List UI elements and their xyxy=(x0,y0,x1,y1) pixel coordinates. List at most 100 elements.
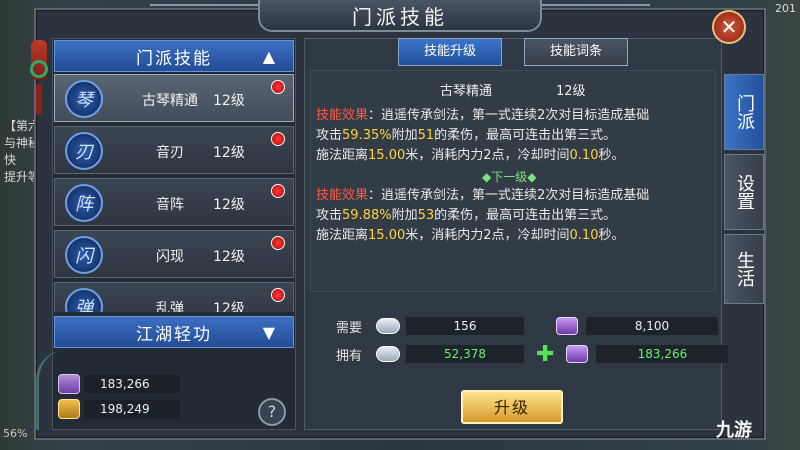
section-label: 江湖轻功 xyxy=(136,324,212,345)
resource-value: 183,266 xyxy=(84,375,180,393)
skill-item-guqin[interactable]: 琴 古琴精通 12级 xyxy=(54,74,294,122)
side-tab-settings[interactable]: 设置 xyxy=(724,154,764,230)
skill-name: 闪现 xyxy=(156,249,184,265)
owned-silver-value: 52,378 xyxy=(406,345,524,363)
cost-owned-row: 拥有 52,378 ✚ 183,266 xyxy=(336,342,729,367)
alert-dot-icon xyxy=(271,80,285,94)
required-gem-value: 8,100 xyxy=(586,317,718,335)
effect-text: 米，消耗内力2点，冷却时间 xyxy=(405,228,570,243)
skill-item-yinzhen[interactable]: 阵 音阵 12级 xyxy=(54,178,294,226)
effect-label: 技能效果 xyxy=(316,108,369,123)
gem-icon xyxy=(58,374,80,394)
side-tab-label: 设置 xyxy=(734,174,755,210)
side-tab-life[interactable]: 生活 xyxy=(724,234,764,304)
effect-value: 51 xyxy=(417,128,435,143)
watermark-logo: 九游 xyxy=(716,420,752,441)
section-header-sect-skills[interactable]: 门派技能 ▲ xyxy=(54,40,294,72)
skill-item-yinren[interactable]: 刃 音刃 12级 xyxy=(54,126,294,174)
chevron-up-icon: ▲ xyxy=(262,47,275,66)
current-skill-name: 古琴精通 xyxy=(440,84,493,99)
section-header-qinggong[interactable]: 江湖轻功 ▼ xyxy=(54,316,294,348)
question-mark-icon: ? xyxy=(267,402,277,421)
cost-required-row: 需要 156 8,100 xyxy=(336,316,718,336)
skill-item-shanxian[interactable]: 闪 闪现 12级 xyxy=(54,230,294,278)
section-label: 门派技能 xyxy=(136,48,212,69)
title-ornament-left xyxy=(150,4,270,22)
effect-percent: 59.35% xyxy=(342,128,392,143)
close-button[interactable]: ✕ xyxy=(712,10,746,44)
barrage-skill-icon: 弹 xyxy=(65,288,103,312)
add-silver-icon[interactable]: ✚ xyxy=(536,342,554,367)
effect-text: 施法距离 xyxy=(316,228,369,243)
owned-label: 拥有 xyxy=(336,348,363,364)
effect-text: 秒。 xyxy=(598,148,625,163)
help-button[interactable]: ? xyxy=(258,398,286,426)
side-tab-sect[interactable]: 门派 xyxy=(724,74,764,150)
tab-skill-upgrade[interactable]: 技能升级 xyxy=(398,38,502,66)
close-icon: ✕ xyxy=(720,15,738,39)
resource-value: 198,249 xyxy=(84,400,180,418)
chevron-down-icon: ▼ xyxy=(262,323,275,342)
guqin-skill-icon: 琴 xyxy=(65,80,103,118)
formation-skill-icon: 阵 xyxy=(65,184,103,222)
alert-dot-icon xyxy=(271,236,285,250)
effect-text: 施法距离 xyxy=(316,148,369,163)
effect-text: 附加 xyxy=(391,128,418,143)
background-number: 201 xyxy=(775,2,796,15)
skill-name: 古琴精通 xyxy=(142,93,198,109)
jade-ring-icon xyxy=(30,60,48,78)
effect-text: 的柔伤，最高可连击出第三式。 xyxy=(434,208,617,223)
effect-text: 的柔伤，最高可连击出第三式。 xyxy=(434,128,617,143)
tassel-icon xyxy=(36,84,42,114)
background-percent: 56% xyxy=(3,427,28,440)
silver-coin-icon xyxy=(376,318,400,334)
current-effect-description: 技能效果：逍遥传承剑法，第一式连续2次对目标造成基础 攻击59.35%附加51的… xyxy=(316,106,716,166)
effect-cooldown: 0.10 xyxy=(569,148,599,163)
effect-text: 攻击 xyxy=(316,208,343,223)
next-level-label: ◆下一级◆ xyxy=(482,170,537,184)
window-title-bar: 门派技能 xyxy=(258,0,542,32)
resource-gem: 183,266 xyxy=(58,374,180,394)
skill-name: 乱弹 xyxy=(156,301,184,312)
effect-text: 附加 xyxy=(391,208,418,223)
effect-percent: 59.88% xyxy=(342,208,392,223)
silver-coin-icon xyxy=(376,346,400,362)
title-ornament-right xyxy=(530,4,650,22)
skill-list[interactable]: 琴 古琴精通 12级 刃 音刃 12级 阵 音阵 12级 闪 闪现 12级 弹 … xyxy=(54,74,294,312)
effect-text: 秒。 xyxy=(598,228,625,243)
blade-skill-icon: 刃 xyxy=(65,132,103,170)
skill-item-luantan[interactable]: 弹 乱弹 12级 xyxy=(54,282,294,312)
effect-distance: 15.00 xyxy=(368,228,406,243)
skill-name: 音刃 xyxy=(156,145,184,161)
effect-distance: 15.00 xyxy=(368,148,406,163)
effect-text: ：逍遥传承剑法，第一式连续2次对目标造成基础 xyxy=(368,188,650,203)
tab-skill-entries[interactable]: 技能词条 xyxy=(524,38,628,66)
gold-ingot-icon xyxy=(58,399,80,419)
side-tab-label: 门派 xyxy=(734,94,755,130)
effect-text: 攻击 xyxy=(316,128,343,143)
effect-cooldown: 0.10 xyxy=(569,228,599,243)
effect-value: 53 xyxy=(417,208,435,223)
alert-dot-icon xyxy=(271,132,285,146)
skill-level: 12级 xyxy=(213,301,245,312)
skill-level: 12级 xyxy=(213,93,245,109)
skill-name: 音阵 xyxy=(156,197,184,213)
skill-level: 12级 xyxy=(213,249,245,265)
side-tab-label: 生活 xyxy=(734,251,755,287)
required-label: 需要 xyxy=(336,320,363,336)
effect-text: ：逍遥传承剑法，第一式连续2次对目标造成基础 xyxy=(368,108,650,123)
upgrade-button[interactable]: 升级 xyxy=(461,390,563,424)
gem-icon xyxy=(556,317,578,335)
skill-level: 12级 xyxy=(213,145,245,161)
required-silver-value: 156 xyxy=(406,317,524,335)
skill-level: 12级 xyxy=(213,197,245,213)
owned-gem-value: 183,266 xyxy=(596,345,729,363)
current-skill-level: 12级 xyxy=(556,84,586,99)
gem-icon xyxy=(566,345,589,363)
effect-label: 技能效果 xyxy=(316,188,369,203)
flash-skill-icon: 闪 xyxy=(65,236,103,274)
resource-gold: 198,249 xyxy=(58,399,180,419)
alert-dot-icon xyxy=(271,184,285,198)
effect-text: 米，消耗内力2点，冷却时间 xyxy=(405,148,570,163)
alert-dot-icon xyxy=(271,288,285,302)
